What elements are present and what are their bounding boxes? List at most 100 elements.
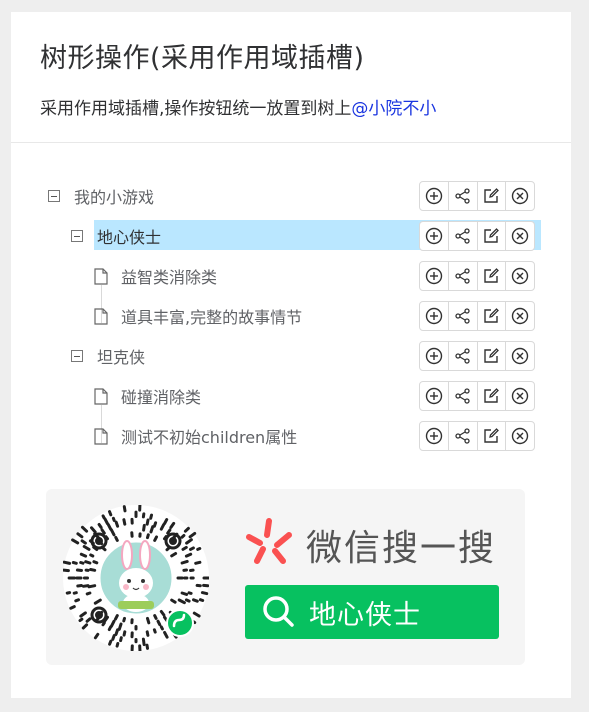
share-button[interactable]	[449, 222, 478, 250]
close-circle-button[interactable]	[506, 182, 534, 210]
share-button[interactable]	[449, 382, 478, 410]
tree-node-label: 道具丰富,完整的故事情节	[121, 308, 303, 327]
qr-dash	[109, 528, 116, 537]
qr-dash	[181, 545, 188, 551]
close-circle-icon	[511, 347, 529, 365]
collapse-toggle-icon[interactable]	[71, 230, 83, 242]
add-circle-button[interactable]	[420, 342, 449, 370]
qr-dash	[93, 632, 100, 640]
share-button[interactable]	[449, 262, 478, 290]
wechat-search-box[interactable]: 地心侠士	[245, 585, 499, 639]
collapse-toggle-icon[interactable]	[48, 190, 60, 202]
qr-dash	[153, 535, 158, 542]
qr-dash	[97, 523, 103, 529]
node-actions	[419, 261, 535, 291]
close-circle-button[interactable]	[506, 302, 534, 330]
share-button[interactable]	[449, 422, 478, 450]
tree-node-folder[interactable]: 坦克侠	[71, 340, 145, 372]
search-keyword: 地心侠士	[309, 599, 421, 631]
share-button[interactable]	[449, 182, 478, 210]
add-circle-button[interactable]	[420, 262, 449, 290]
add-circle-icon	[425, 227, 443, 245]
qr-finder-dot	[169, 537, 177, 545]
add-circle-button[interactable]	[420, 422, 449, 450]
author-link[interactable]: @小院不小	[351, 99, 436, 119]
qr-dash	[180, 591, 189, 596]
qr-dash	[122, 630, 127, 637]
tree-node-folder[interactable]: 地心侠士	[71, 220, 161, 252]
edit-icon	[482, 427, 500, 445]
qr-dash	[71, 561, 78, 565]
qr-dash	[93, 598, 102, 605]
qr-dash	[89, 568, 97, 572]
tree-node-leaf[interactable]: 益智类消除类	[94, 260, 217, 292]
close-circle-icon	[511, 307, 529, 325]
add-circle-button[interactable]	[420, 382, 449, 410]
qr-dash	[108, 639, 113, 646]
qr-dash	[141, 637, 146, 647]
close-circle-icon	[511, 187, 529, 205]
file-icon	[94, 307, 108, 325]
close-circle-button[interactable]	[506, 262, 534, 290]
edit-button[interactable]	[478, 342, 507, 370]
qr-dash	[192, 598, 199, 603]
qr-dash	[146, 616, 151, 625]
node-actions	[419, 421, 535, 451]
add-circle-button[interactable]	[420, 302, 449, 330]
tree-node-leaf[interactable]: 道具丰富,完整的故事情节	[94, 300, 302, 332]
qr-dash	[152, 628, 157, 634]
close-circle-button[interactable]	[506, 382, 534, 410]
tree-node-leaf[interactable]: 碰撞消除类	[94, 380, 201, 412]
edit-button[interactable]	[478, 182, 507, 210]
file-icon	[94, 387, 108, 405]
collapse-toggle-icon[interactable]	[71, 350, 83, 362]
qr-dash	[177, 598, 186, 605]
edit-button[interactable]	[478, 382, 507, 410]
close-circle-button[interactable]	[506, 422, 534, 450]
qr-dash	[187, 591, 193, 595]
qr-dash	[163, 631, 169, 639]
close-circle-button[interactable]	[506, 222, 534, 250]
card: 树形操作(采用作用域插槽) 采用作用域插槽,操作按钮统一放置到树上@小院不小 我…	[11, 12, 571, 698]
qr-dash	[78, 617, 84, 623]
qr-dash	[108, 510, 113, 517]
edit-button[interactable]	[478, 262, 507, 290]
qr-dash	[82, 545, 91, 551]
close-circle-icon	[511, 427, 529, 445]
tree-node-leaf[interactable]: 测试不初始children属性	[94, 420, 297, 452]
edit-button[interactable]	[478, 302, 507, 330]
qr-dash	[145, 630, 150, 637]
mini-program-qr-code	[62, 503, 211, 653]
qr-dash	[111, 634, 116, 641]
qr-dash	[90, 526, 97, 534]
share-button[interactable]	[449, 302, 478, 330]
qr-dash	[75, 568, 83, 572]
edit-icon	[482, 187, 500, 205]
qr-dash	[114, 628, 120, 636]
qr-dash	[103, 517, 109, 525]
qr-dash	[79, 611, 87, 618]
qr-dash	[101, 621, 106, 627]
qr-dash	[159, 625, 164, 631]
close-circle-button[interactable]	[506, 342, 534, 370]
share-icon	[454, 187, 472, 205]
edit-icon	[482, 387, 500, 405]
share-button[interactable]	[449, 342, 478, 370]
qr-finder-dot	[95, 611, 103, 619]
qr-dash	[71, 538, 80, 545]
qr-dash	[74, 598, 80, 603]
edit-button[interactable]	[478, 222, 507, 250]
qr-dash	[180, 559, 189, 565]
add-circle-button[interactable]	[420, 222, 449, 250]
qr-dash	[184, 598, 191, 603]
wechat-search-logo	[243, 517, 295, 565]
tree-node-folder[interactable]: 我的小游戏	[48, 180, 154, 212]
add-circle-button[interactable]	[420, 182, 449, 210]
qr-dash	[62, 560, 72, 565]
edit-button[interactable]	[478, 422, 507, 450]
tree-node-label: 我的小游戏	[74, 188, 155, 207]
qr-dash	[170, 552, 178, 558]
qr-dash	[80, 539, 87, 545]
qr-dash	[79, 552, 88, 558]
qr-dash	[122, 518, 127, 526]
